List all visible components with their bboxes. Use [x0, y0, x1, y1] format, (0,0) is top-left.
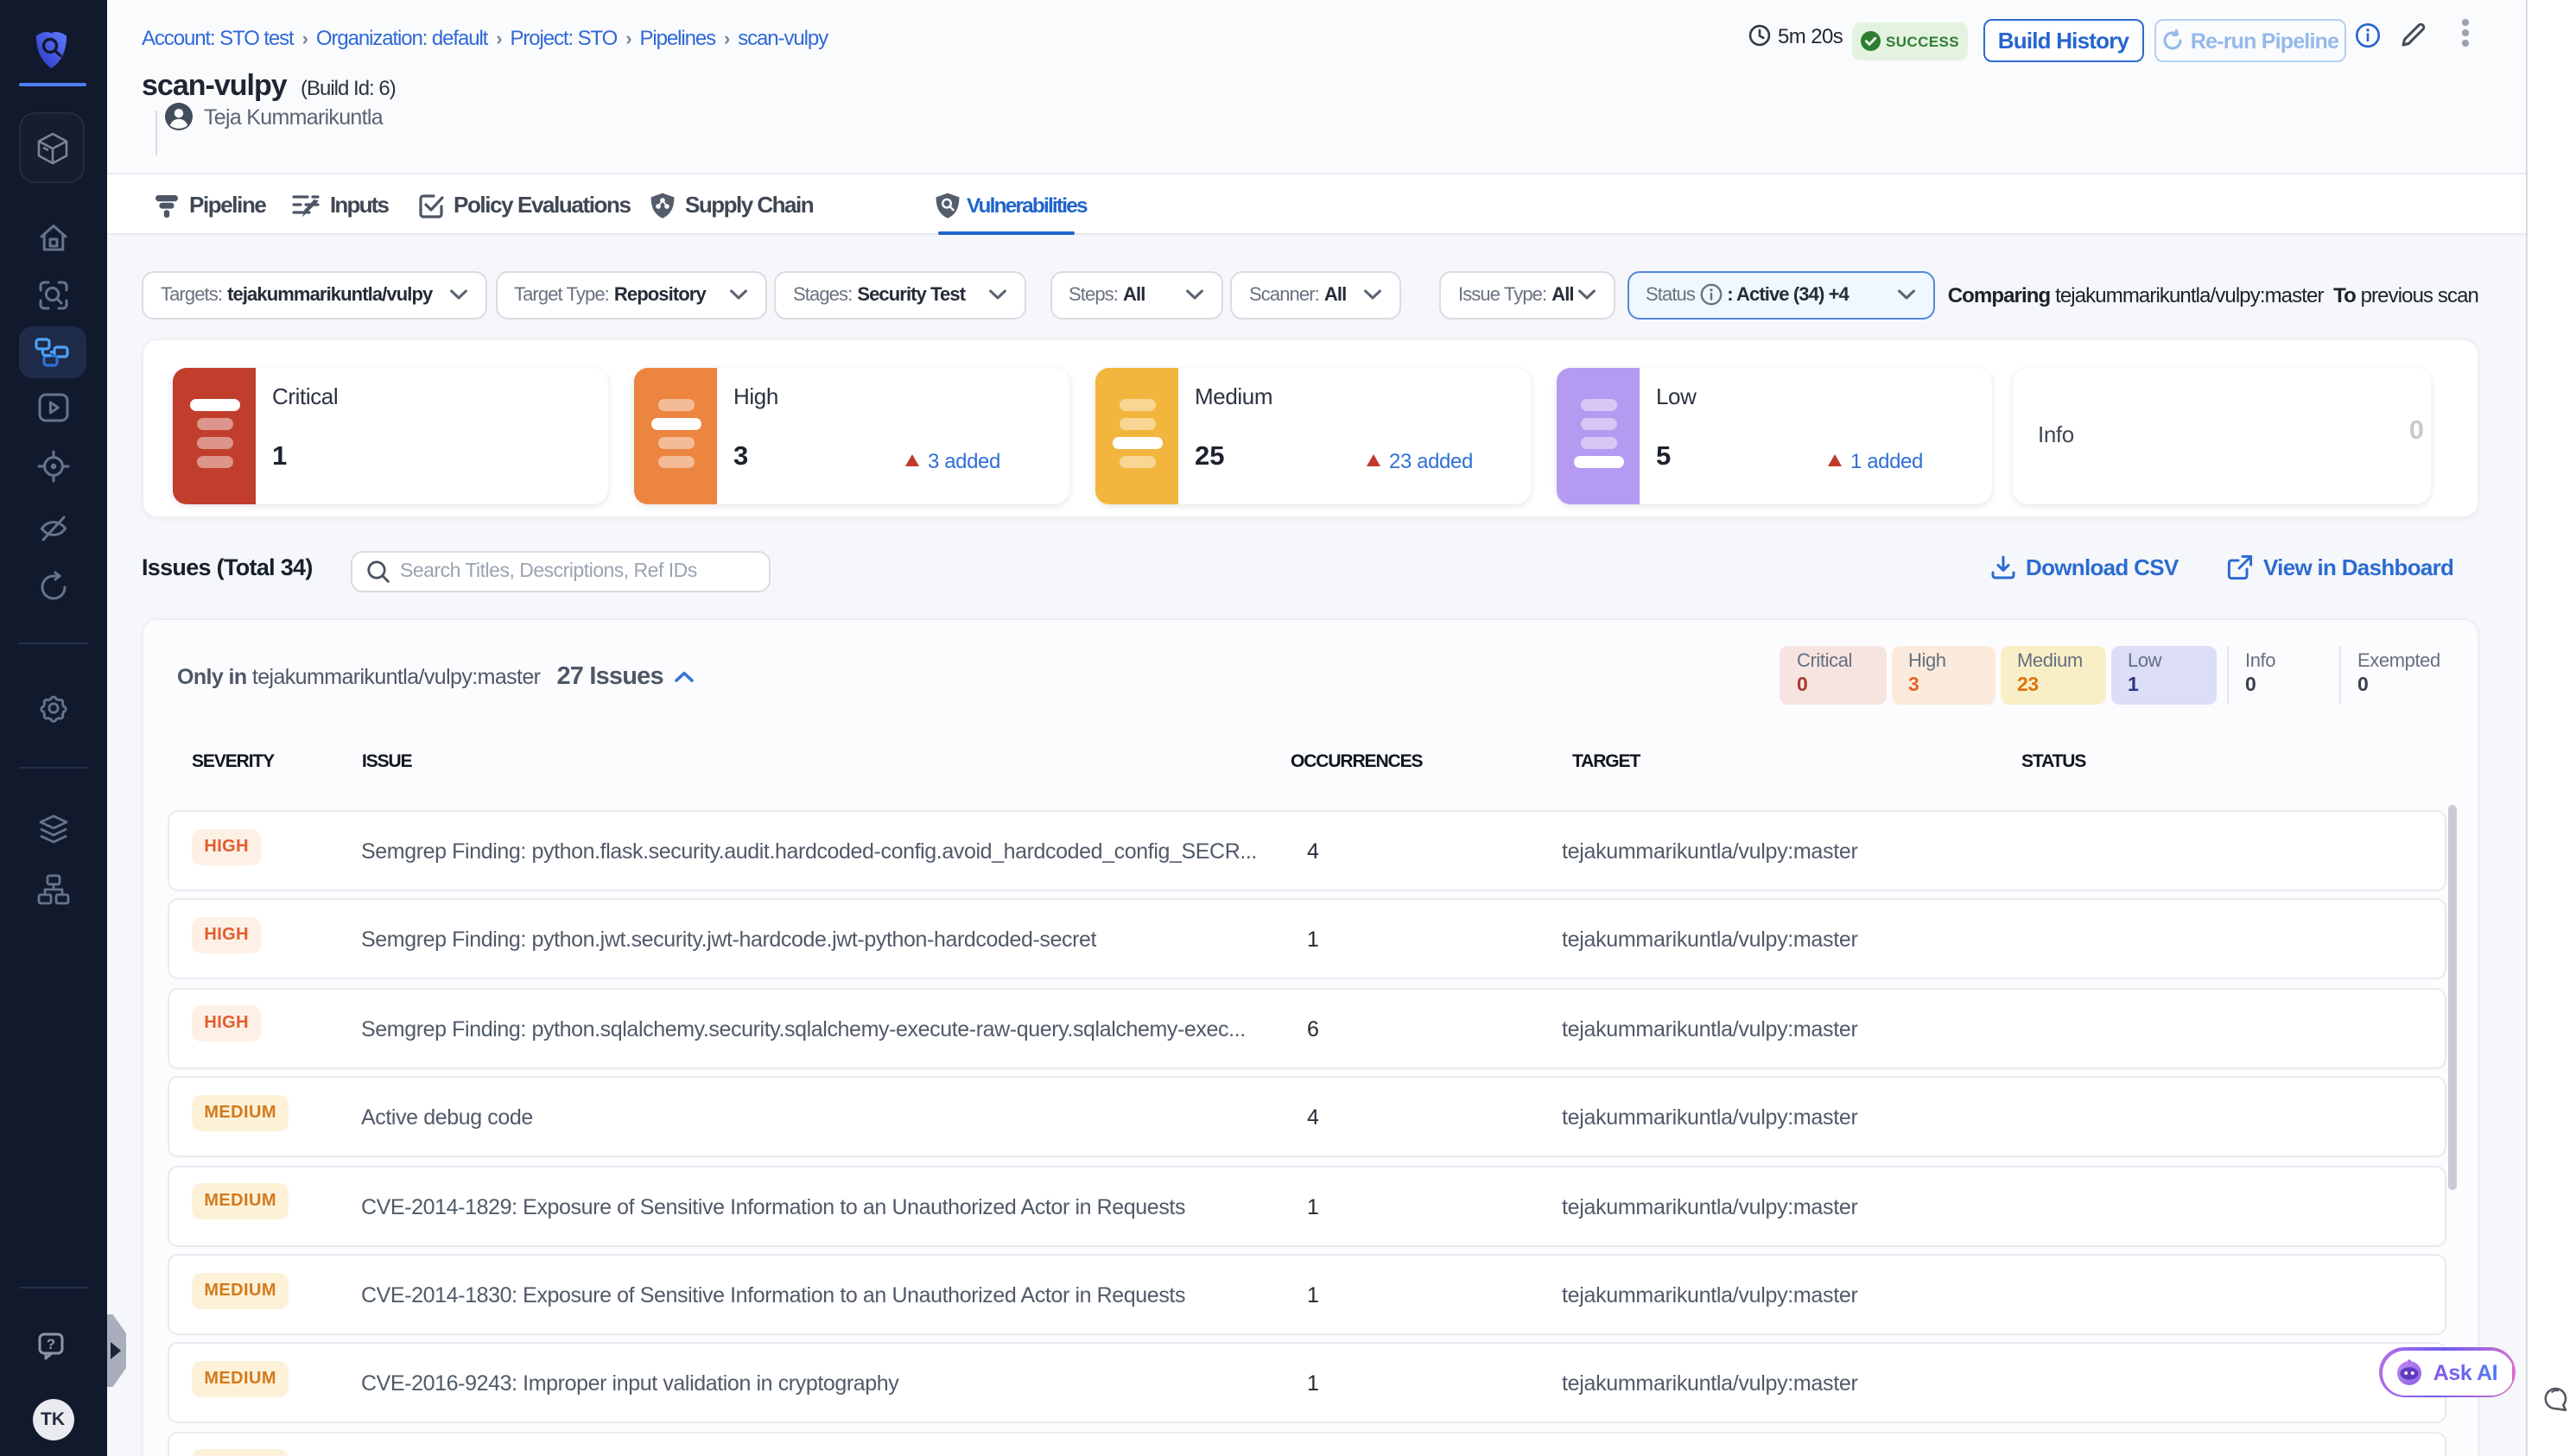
- svg-text:?: ?: [46, 1336, 54, 1352]
